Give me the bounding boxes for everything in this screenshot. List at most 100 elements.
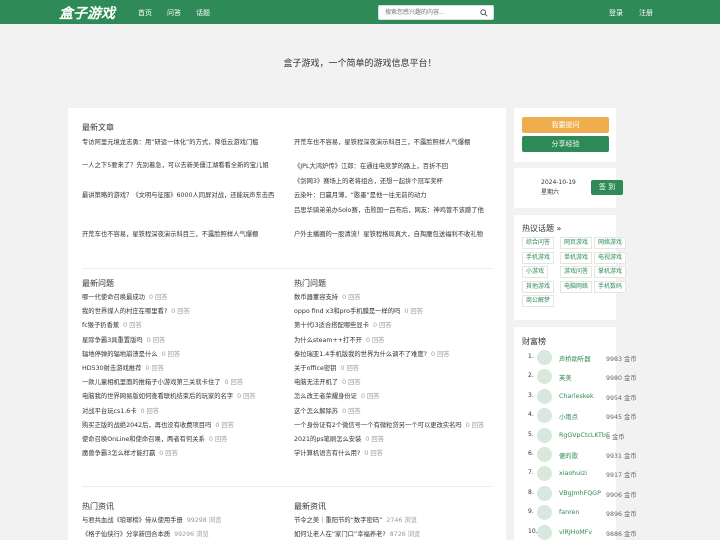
avatar[interactable] (537, 350, 552, 365)
topic-tag[interactable]: 掌机游戏 (594, 266, 627, 278)
site-logo[interactable]: 盒子游戏 (59, 3, 115, 23)
user-name[interactable]: Charleskek (559, 393, 594, 400)
user-name[interactable]: VBgJmhFQGP (559, 490, 601, 497)
question-link[interactable]: 学计算机语言有什么用? (294, 450, 360, 457)
article-link[interactable]: 户外主播圈的一股清流！星铁程格局真大，自掏腰包送福利不收礼物 (294, 230, 494, 239)
question-row: 这个怎么解除苏 0 回答 (294, 407, 361, 416)
rich-title: 财富榜 (522, 337, 546, 346)
question-link[interactable]: 电脑我的世界网易版如何查看联机结束后的玩家的名字 (82, 393, 233, 400)
question-link[interactable]: oppo find x3和pro手机膜是一样的吗 (294, 308, 400, 315)
question-link[interactable]: 一款儿童相机里面的推箱子小游戏第三关就卡住了 (82, 379, 221, 386)
topic-tag[interactable]: 手机数码 (594, 280, 627, 293)
share-experience-button[interactable]: 分享经验 (522, 136, 609, 152)
topic-tag[interactable]: 网页游戏 (560, 237, 593, 249)
topic-tag[interactable]: 游戏问答 (560, 266, 593, 278)
search-input[interactable] (379, 6, 477, 19)
nav-topics[interactable]: 话题 (196, 8, 210, 18)
topics-title[interactable]: 热议话题 » (522, 223, 561, 234)
login-link[interactable]: 登录 (609, 8, 623, 18)
question-link[interactable]: 电脑无法开机了 (294, 379, 338, 386)
topic-tag[interactable]: 电脑网络 (560, 280, 593, 293)
register-link[interactable]: 注册 (639, 8, 653, 18)
question-link[interactable]: 一个身份证有2个微信号一个有微粒贷另一个可以更改实名吗 (294, 422, 462, 429)
news-link[interactable]: 如何让老人在“家门口”幸福养老? (294, 531, 386, 538)
article-link[interactable]: 开荒车也不容易，星铁程深夜演示科目三，不露脸照样人气爆棚 (82, 230, 278, 239)
answer-count: 0 回答 (148, 294, 168, 301)
question-link[interactable]: 魔兽争霸3怎么样才能打赢 (82, 450, 155, 457)
news-link[interactable]: 《格子仙侠行》分享新回合本质 (82, 531, 170, 538)
article-link[interactable]: 吕思华骑弟弟办Solo赛，击败国一吕布后，网友：神鸡管不该蹭了他 (294, 206, 494, 215)
question-link[interactable]: 星际争霸3具重置版吗 (82, 337, 143, 344)
topic-tag[interactable]: 单机游戏 (560, 251, 593, 264)
user-name[interactable]: 声桥助听器 (559, 354, 590, 363)
article-link[interactable]: 《JPL大鸿炉传》江郎：在通往电竞梦的路上，百折不回 (294, 162, 494, 171)
question-link[interactable]: 辐地停弹的辐地崩溃是什么 (82, 351, 158, 358)
avatar[interactable] (537, 447, 552, 462)
news-link[interactable]: 节令之美｜重阳节的“数字密码” (294, 517, 382, 524)
avatar[interactable] (537, 388, 552, 404)
rank-number: 7. (528, 469, 534, 477)
topic-tag[interactable]: 其他游戏 (522, 280, 555, 293)
question-link[interactable]: HD530射击游戏推荐 (82, 365, 141, 372)
user-name[interactable]: 傻的歌 (559, 451, 578, 460)
question-link[interactable]: 使命召唤OnLine和使命召唤，两者有何关系 (82, 436, 205, 443)
question-link[interactable]: 2021的ps笔刷怎么安装 (294, 436, 361, 443)
article-link[interactable]: 最讲策略的游戏？《文明与征服》6000人同屏对战，还能玩声东击西 (82, 191, 278, 200)
avatar[interactable] (537, 466, 552, 482)
avatar[interactable] (537, 485, 552, 501)
question-link[interactable]: 第十代i3适合搭配哪些显卡 (294, 322, 369, 329)
question-link[interactable]: 对战平台玩cs1.6卡 (82, 408, 137, 415)
user-name[interactable]: 芙美 (559, 373, 572, 382)
latest-articles-title: 最新文章 (82, 123, 114, 132)
user-name[interactable]: 小雨点 (559, 412, 578, 421)
rich-row: 8. VBgJmhFQGP 9906 金币 (522, 485, 637, 501)
question-link[interactable]: 这个怎么解除苏 (294, 408, 338, 415)
avatar[interactable] (537, 408, 552, 424)
question-link[interactable]: 泰拉瑞亚1.4手机版我的世界为什么调不了难度? (294, 351, 427, 358)
article-link[interactable]: 开荒车也不容易，星铁程深夜演示科目三，不露脸照样人气爆棚 (294, 138, 494, 147)
answer-count: 0 回答 (373, 322, 392, 330)
top-header: 盒子游戏 首页 问答 话题 登录 注册 (0, 0, 720, 24)
news-link[interactable]: 与君共血战《琅琊榜》侍从使用手册 (82, 517, 183, 524)
question-link[interactable]: 怎么改王者荣耀身份证 (294, 393, 357, 400)
avatar[interactable] (537, 505, 552, 521)
user-name[interactable]: RgGVpCtcLKTbE (559, 432, 610, 439)
rich-row: 7. xiaohuizi 9917 金币 (522, 466, 637, 482)
user-name[interactable]: vlRJHoMFv (559, 529, 592, 536)
search-icon[interactable] (480, 9, 488, 17)
question-link[interactable]: 购买正版的战绝2042后，再也没有收费项目吗 (82, 422, 211, 429)
question-row: 哪一代使命召唤最成功 0 回答 (82, 293, 168, 302)
topic-tag[interactable]: 手机游戏 (522, 251, 555, 264)
avatar[interactable] (537, 369, 552, 385)
checkin-button[interactable]: 签 到 (591, 180, 623, 195)
question-link[interactable]: 哪一代使命召唤最成功 (82, 294, 145, 301)
article-link[interactable]: 专访阿里元境龙志勇：用“研运一体化”的方式，降低云游戏门槛 (82, 138, 278, 147)
divider (82, 268, 492, 269)
article-link[interactable]: 一人之下5要来了？先别着急，可以去新美僵江湖看看全新的宝儿姐 (82, 161, 278, 170)
article-link[interactable]: 《剑网3》赛场上的老将组合，还想一起拚个冠军奖杯 (294, 177, 494, 186)
answer-count: 0 回答 (237, 393, 256, 401)
avatar[interactable] (537, 524, 552, 540)
nav-home[interactable]: 首页 (138, 8, 152, 18)
question-row: 2021的ps笔刷怎么安装 0 回答 (294, 435, 384, 444)
avatar[interactable] (537, 427, 552, 443)
nav-qa[interactable]: 问答 (167, 8, 181, 18)
coin-count: 9931 金币 (606, 453, 637, 460)
user-name[interactable]: fanren (559, 509, 579, 516)
topic-tag[interactable]: 电视游戏 (594, 251, 627, 264)
ask-question-button[interactable]: 我要提问 (522, 117, 609, 133)
article-link[interactable]: 云染叶：日赢月薄，“憨墨”是他一往无前的动力 (294, 191, 494, 200)
question-link[interactable]: 关于office密钥 (294, 365, 336, 372)
topic-tag[interactable]: 网络游戏 (594, 237, 627, 249)
answer-count: 0 回答 (224, 379, 244, 387)
question-link[interactable]: 我的世界煤人的村庄在哪里看? (82, 308, 167, 315)
answer-count: 0 回答 (123, 322, 142, 330)
user-name[interactable]: xiaohuizi (559, 470, 587, 477)
question-link[interactable]: fc猴子扔香蕉 (82, 322, 119, 329)
topic-tag[interactable]: 商公解梦 (522, 295, 555, 307)
topic-tag[interactable]: 综合问答 (522, 237, 555, 249)
topic-tag[interactable]: 小游戏 (522, 266, 549, 278)
question-link[interactable]: 数币器董容支持 (294, 294, 338, 301)
question-link[interactable]: 为什么steam++打不开 (294, 337, 362, 344)
news-row: 节令之美｜重阳节的“数字密码” 2746 浏览 (294, 516, 417, 525)
